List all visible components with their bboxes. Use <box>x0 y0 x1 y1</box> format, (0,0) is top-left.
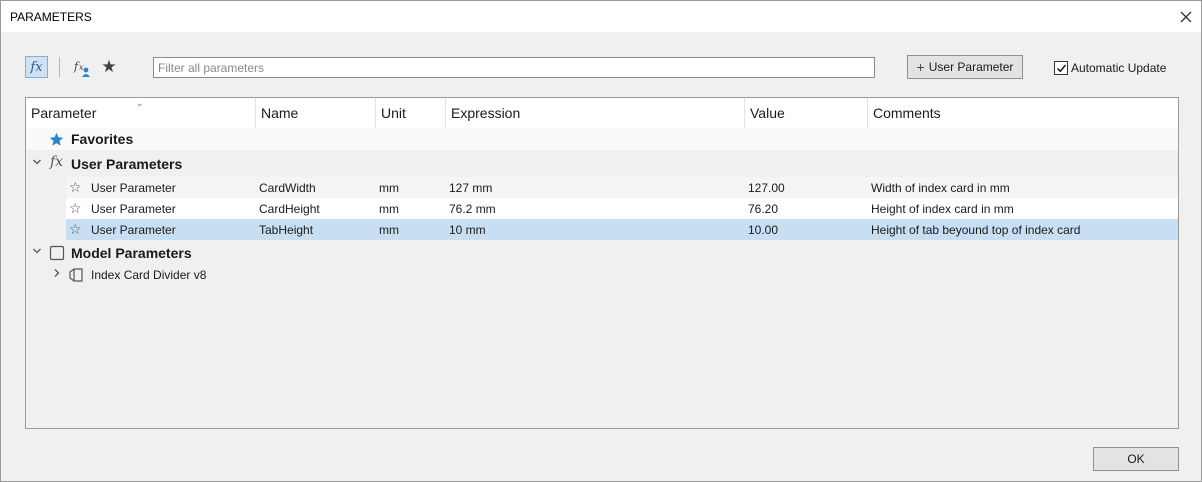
sort-caret-icon: ⌄ <box>136 98 144 108</box>
automatic-update-toggle[interactable]: Automatic Update <box>1054 60 1166 76</box>
chevron-down-icon[interactable] <box>32 157 42 170</box>
cell-expression[interactable]: 127 mm <box>449 177 492 198</box>
add-user-parameter-label: User Parameter <box>928 60 1014 74</box>
table-row[interactable]: ☆ User Parameter CardWidth mm 127 mm 127… <box>66 177 1178 198</box>
cell-value: 76.20 <box>748 201 779 216</box>
cell-unit[interactable]: mm <box>379 198 399 219</box>
component-icon <box>69 268 83 282</box>
column-header-parameter[interactable]: Parameter ⌄ <box>26 98 256 128</box>
toolbar-separator <box>59 57 60 77</box>
column-header-value-label: Value <box>750 105 785 121</box>
group-user-parameters[interactable]: fx User Parameters <box>26 153 1178 175</box>
model-component-icon <box>49 245 65 261</box>
column-header-unit-label: Unit <box>381 105 406 121</box>
column-header-comments[interactable]: Comments <box>868 98 1178 128</box>
cell-unit[interactable]: mm <box>379 177 399 198</box>
show-all-parameters-button[interactable]: fx <box>25 56 48 78</box>
dialog-title: PARAMETERS <box>10 10 92 24</box>
filter-parameters-input[interactable] <box>153 57 875 78</box>
automatic-update-checkbox[interactable] <box>1054 61 1068 75</box>
parameters-dialog: PARAMETERS fx f x ★ + User Parameter A <box>0 0 1202 482</box>
cell-value: 10.00 <box>748 222 779 237</box>
cell-comments[interactable]: Width of index card in mm <box>871 177 1010 198</box>
cell-name[interactable]: CardWidth <box>259 177 316 198</box>
list-item-model[interactable]: Index Card Divider v8 <box>26 264 1178 286</box>
ok-button-label: OK <box>1127 452 1145 466</box>
check-icon <box>1056 64 1066 72</box>
cell-comments[interactable]: Height of tab beyound top of index card <box>871 219 1080 240</box>
title-bar: PARAMETERS <box>1 1 1201 32</box>
favorite-toggle-star-icon[interactable]: ☆ <box>69 200 82 217</box>
column-header-name[interactable]: Name <box>256 98 376 128</box>
parameters-table: Parameter ⌄ Name Unit Expression Value C… <box>25 97 1179 429</box>
column-header-parameter-label: Parameter <box>31 105 97 121</box>
cell-value: 127.00 <box>748 180 785 195</box>
favorites-filter-button[interactable]: ★ <box>98 56 120 78</box>
favorite-star-icon <box>49 132 64 146</box>
fx-icon: fx <box>30 59 43 75</box>
column-header-name-label: Name <box>261 105 299 121</box>
model-item-label: Index Card Divider v8 <box>91 268 207 282</box>
fx-user-icon: f x <box>73 60 90 77</box>
chevron-right-icon[interactable] <box>52 268 62 281</box>
group-model-parameters-label: Model Parameters <box>71 245 192 261</box>
close-button[interactable] <box>1171 1 1201 32</box>
table-header: Parameter ⌄ Name Unit Expression Value C… <box>26 98 1178 128</box>
column-header-unit[interactable]: Unit <box>376 98 446 128</box>
cell-unit[interactable]: mm <box>379 219 399 240</box>
star-icon: ★ <box>101 57 117 76</box>
user-parameters-filter-button[interactable]: f x <box>71 57 93 79</box>
cell-expression[interactable]: 76.2 mm <box>449 198 496 219</box>
column-header-value[interactable]: Value <box>745 98 868 128</box>
table-row[interactable]: ☆ User Parameter CardHeight mm 76.2 mm 7… <box>66 198 1178 219</box>
automatic-update-label: Automatic Update <box>1071 61 1167 75</box>
cell-parameter: User Parameter <box>91 180 176 195</box>
group-model-parameters[interactable]: Model Parameters <box>26 242 1178 264</box>
group-user-parameters-label: User Parameters <box>71 156 183 172</box>
group-favorites[interactable]: Favorites <box>26 128 1178 150</box>
cell-expression[interactable]: 10 mm <box>449 219 486 240</box>
column-header-expression-label: Expression <box>451 105 521 121</box>
svg-text:x: x <box>79 63 84 72</box>
cell-name[interactable]: TabHeight <box>259 219 313 240</box>
add-user-parameter-button[interactable]: + User Parameter <box>907 55 1023 79</box>
group-favorites-label: Favorites <box>71 131 134 147</box>
favorite-toggle-star-icon[interactable]: ☆ <box>69 179 82 196</box>
fx-icon: fx <box>50 154 64 170</box>
close-icon <box>1180 11 1192 22</box>
plus-icon: + <box>916 59 925 75</box>
cell-comments[interactable]: Height of index card in mm <box>871 198 1014 219</box>
table-row[interactable]: ☆ User Parameter TabHeight mm 10 mm 10.0… <box>66 219 1178 240</box>
chevron-down-icon[interactable] <box>32 246 42 259</box>
cell-parameter: User Parameter <box>91 201 176 216</box>
ok-button[interactable]: OK <box>1093 447 1179 471</box>
favorite-toggle-star-icon[interactable]: ☆ <box>69 221 82 238</box>
cell-name[interactable]: CardHeight <box>259 198 320 219</box>
column-header-expression[interactable]: Expression <box>446 98 745 128</box>
cell-parameter: User Parameter <box>91 222 176 237</box>
column-header-comments-label: Comments <box>873 105 941 121</box>
